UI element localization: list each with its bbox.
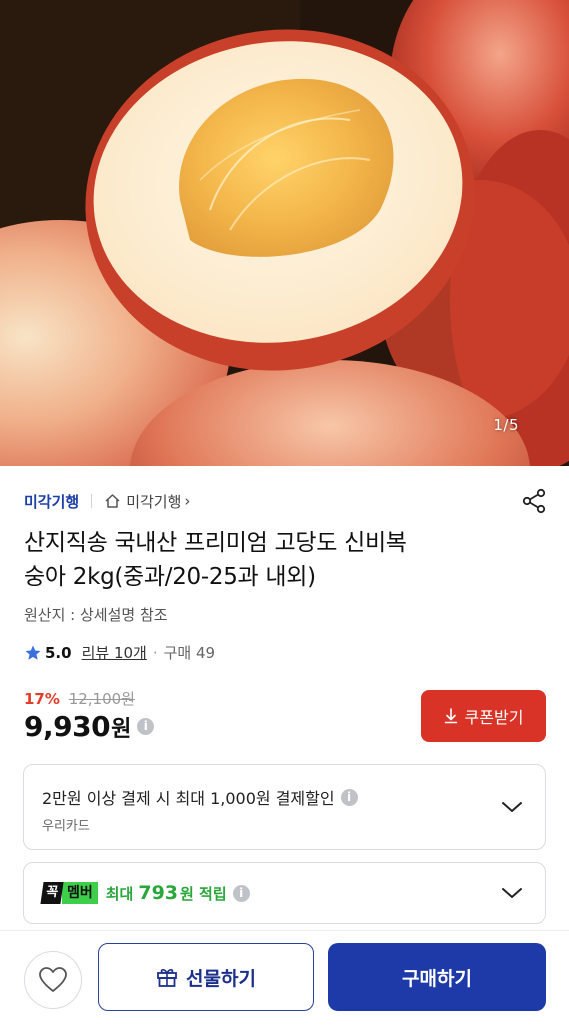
store-link[interactable]: 미각기행 › xyxy=(104,491,190,512)
peach-photo xyxy=(0,0,569,466)
seller-row: 미각기행 미각기행 › xyxy=(24,490,190,512)
coupon-button-label: 쿠폰받기 xyxy=(464,708,524,727)
product-title: 산지직송 국내산 프리미엄 고당도 신비복 숭아 2kg(중과/20-25과 내… xyxy=(24,526,524,594)
original-price: 12,100원 xyxy=(68,690,135,708)
chevron-right-icon: › xyxy=(184,492,191,510)
payment-benefit-card[interactable]: 2만원 이상 결제 시 최대 1,000원 결제할인 i 우리카드 xyxy=(23,764,546,850)
membership-suffix: 원 적립 xyxy=(180,884,227,903)
buy-button-label: 구매하기 xyxy=(402,967,472,990)
origin-info: 원산지 : 상세설명 참조 xyxy=(24,606,168,624)
chevron-down-icon[interactable] xyxy=(501,800,523,814)
rating-score: 5.0 xyxy=(45,643,72,662)
membership-reward: 최대 793 원 적립 xyxy=(106,882,227,904)
review-count-link[interactable]: 리뷰 10개 xyxy=(82,642,147,663)
wishlist-button[interactable] xyxy=(24,951,82,1009)
share-icon[interactable] xyxy=(521,488,547,514)
discount-row: 17% 12,100원 xyxy=(24,688,135,709)
membership-amount: 793 xyxy=(138,882,179,904)
store-link-label: 미각기행 xyxy=(126,492,182,511)
price-row: 9,930 원 i xyxy=(24,710,155,743)
membership-prefix: 최대 xyxy=(105,884,134,903)
buy-button[interactable]: 구매하기 xyxy=(328,943,546,1011)
product-image-gallery[interactable]: 1/5 xyxy=(0,0,569,466)
info-icon[interactable]: i xyxy=(137,718,155,735)
gift-button[interactable]: 선물하기 xyxy=(98,943,314,1011)
product-title-line-2: 숭아 2kg(중과/20-25과 내외) xyxy=(24,564,316,590)
home-icon xyxy=(105,494,120,508)
product-title-line-1: 산지직송 국내산 프리미엄 고당도 신비복 xyxy=(24,530,407,556)
membership-row: 꼭 멤버 최대 793 원 적립 i xyxy=(40,863,250,923)
gift-icon xyxy=(157,969,177,987)
bottom-action-bar: 선물하기 구매하기 xyxy=(0,930,569,1025)
divider xyxy=(91,494,93,508)
membership-badge: 꼭 멤버 xyxy=(40,882,98,904)
gift-button-label: 선물하기 xyxy=(186,967,256,990)
membership-badge-left: 꼭 xyxy=(40,882,64,904)
star-icon xyxy=(25,645,41,660)
rating-row: 5.0 리뷰 10개 · 구매 49 xyxy=(24,642,215,663)
payment-benefit-row: 2만원 이상 결제 시 최대 1,000원 결제할인 i xyxy=(42,785,358,809)
payment-benefit-text: 2만원 이상 결제 시 최대 1,000원 결제할인 xyxy=(42,789,335,808)
membership-benefit-card[interactable]: 꼭 멤버 최대 793 원 적립 i xyxy=(23,862,546,924)
discount-rate: 17% xyxy=(24,690,60,708)
currency-unit: 원 xyxy=(111,716,132,742)
separator-dot: · xyxy=(152,643,158,662)
info-icon[interactable]: i xyxy=(340,788,358,806)
membership-badge-right: 멤버 xyxy=(61,882,98,904)
chevron-down-icon[interactable] xyxy=(501,886,523,900)
purchase-count: 구매 49 xyxy=(163,644,216,662)
seller-name[interactable]: 미각기행 xyxy=(24,491,79,512)
sale-price: 9,930 xyxy=(24,710,111,743)
card-issuer: 우리카드 xyxy=(42,819,90,834)
coupon-download-button[interactable]: 쿠폰받기 xyxy=(421,690,546,742)
image-counter: 1/5 xyxy=(493,416,519,434)
heart-icon xyxy=(39,967,67,992)
info-icon[interactable]: i xyxy=(232,884,250,902)
download-icon xyxy=(444,708,457,724)
